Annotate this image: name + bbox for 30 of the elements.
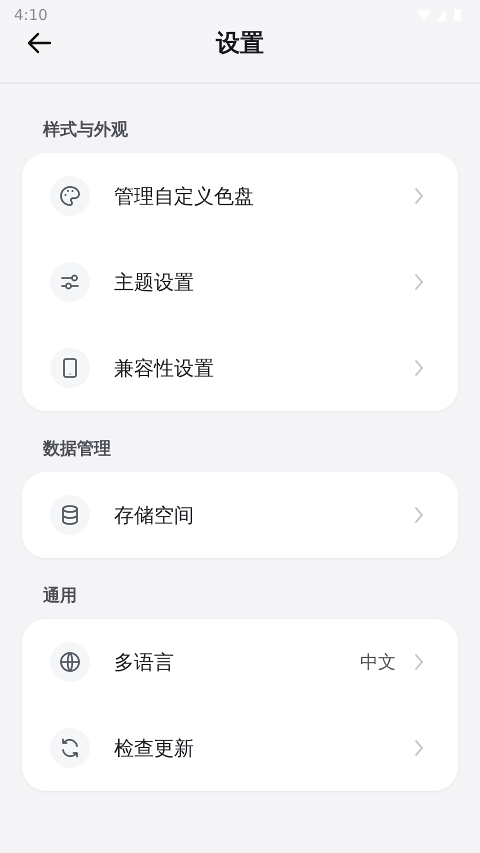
chevron-icon	[414, 653, 424, 671]
section-title: 通用	[42, 585, 78, 607]
chevron-icon	[414, 739, 424, 757]
row-value: 中文	[360, 651, 396, 674]
chevron-icon	[414, 506, 424, 524]
settings-row[interactable]: 管理自定义色盘	[22, 153, 458, 239]
settings-row[interactable]: 多语言 中文	[22, 619, 458, 705]
row-label: 兼容性设置	[114, 354, 215, 382]
settings-row[interactable]: 存储空间	[22, 472, 458, 558]
settings-row[interactable]: 检查更新	[22, 705, 458, 791]
row-label: 检查更新	[114, 734, 195, 762]
section-title: 样式与外观	[42, 119, 129, 141]
row-label: 存储空间	[114, 502, 195, 528]
chevron-icon	[414, 359, 424, 377]
row-label: 管理自定义色盘	[114, 182, 255, 210]
row-label: 主题设置	[114, 268, 195, 296]
sliders-icon	[50, 262, 90, 302]
database-icon	[50, 495, 90, 535]
status-time: 4:10	[14, 6, 48, 24]
row-label: 多语言	[114, 648, 175, 676]
refresh-icon	[50, 728, 90, 768]
chevron-icon	[414, 187, 424, 205]
chevron-icon	[414, 273, 424, 291]
settings-row[interactable]: 兼容性设置	[22, 325, 458, 411]
globe-icon	[50, 642, 90, 682]
settings-row[interactable]: 主题设置	[22, 239, 458, 325]
palette-icon	[50, 176, 90, 216]
section-title: 数据管理	[42, 438, 112, 460]
page-title: 设置	[216, 28, 264, 59]
phone-icon	[50, 348, 90, 388]
